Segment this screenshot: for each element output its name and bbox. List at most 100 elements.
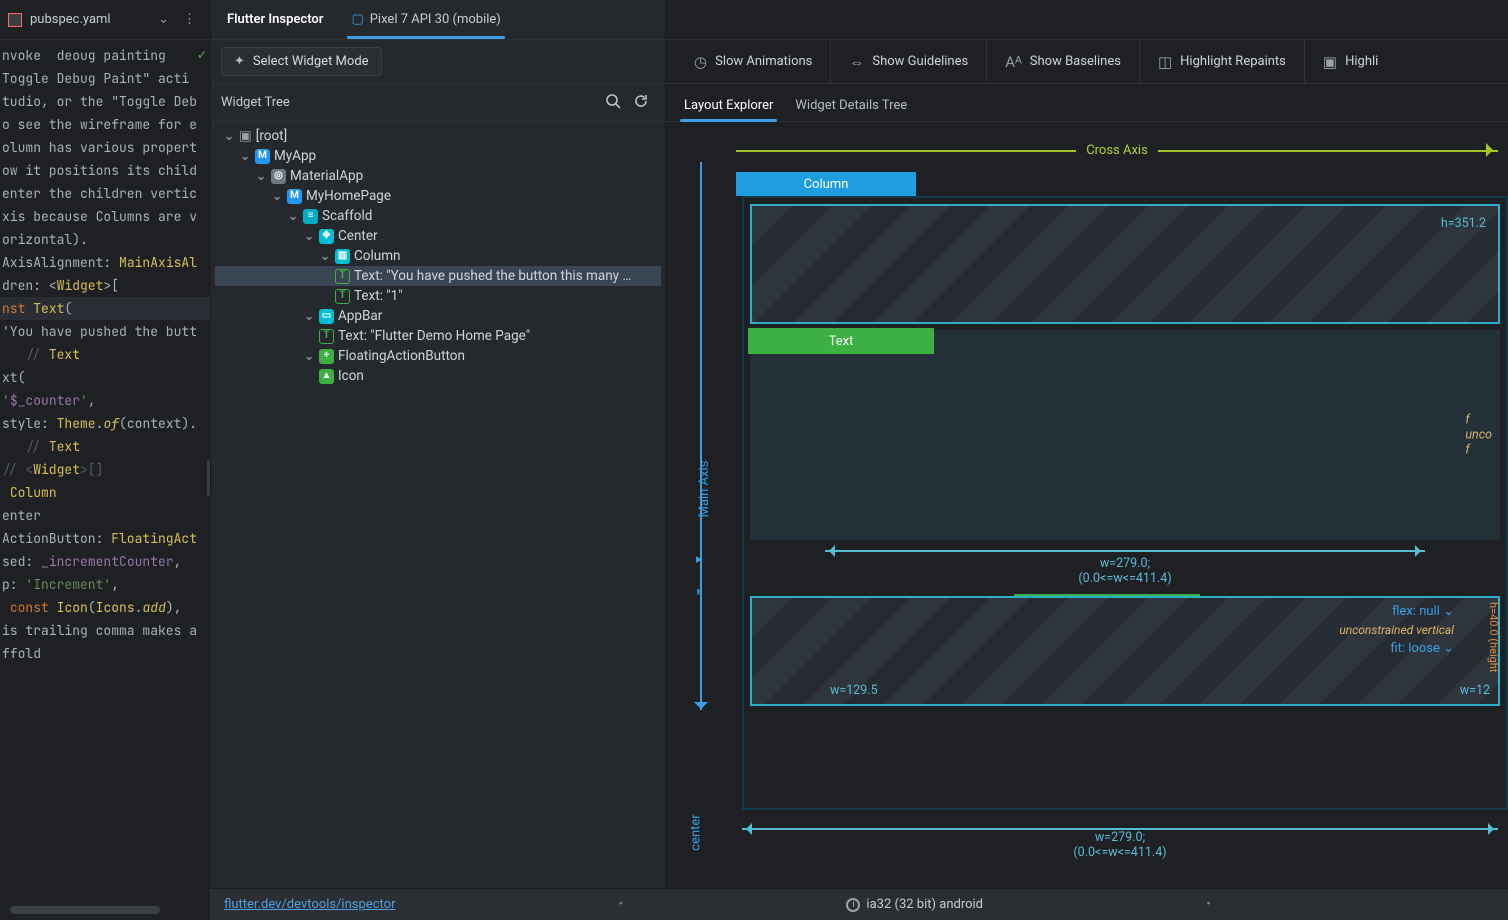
pause-icon[interactable]: ⏸ (696, 585, 703, 600)
phone-icon: ▢ (351, 12, 363, 27)
editor-tab-filename[interactable]: pubspec.yaml (30, 12, 111, 27)
tool-label: Show Guidelines (872, 54, 968, 69)
guidelines-icon: ⇔ (849, 53, 864, 71)
tree-node-root[interactable]: ⌄ ▣ [root] (215, 126, 661, 146)
tree-node-appbar[interactable]: ⌄ ▭ AppBar (215, 306, 661, 326)
tool-show-baselines[interactable]: Aᴬ Show Baselines (986, 40, 1139, 83)
image-icon: ▣ (1323, 53, 1337, 71)
layout-area: Cross Axis Main Axis center ▸ ⏸ Column h… (666, 122, 1508, 920)
layout-explorer-panel: ◷ Slow Animations ⇔ Show Guidelines Aᴬ S… (666, 0, 1508, 920)
tool-label: Highli (1345, 54, 1378, 69)
widget-tree[interactable]: ⌄ ▣ [root] ⌄ M MyApp ⌄ ◎ MaterialApp ⌄ M… (211, 122, 665, 920)
widget-tree-title: Widget Tree (221, 95, 290, 110)
tool-highlight[interactable]: ▣ Highli (1304, 40, 1396, 83)
tree-node-icon[interactable]: ▲ Icon (215, 366, 661, 386)
code-line: AxisAlignment: MainAxisAl (0, 251, 210, 274)
tree-node-materialapp[interactable]: ⌄ ◎ MaterialApp (215, 166, 661, 186)
w-low-label: w=129.5 (830, 683, 878, 698)
search-icon[interactable] (599, 89, 627, 117)
text-widget-icon: T (335, 269, 350, 284)
tree-node-fab[interactable]: ⌄ + FloatingActionButton (215, 346, 661, 366)
more-vert-icon[interactable]: ⋮ (177, 12, 202, 27)
tree-label: FloatingActionButton (338, 346, 465, 366)
code-line: const Icon(Icons.add), (0, 596, 210, 619)
tree-label: MaterialApp (290, 166, 363, 186)
panel-resize-handle[interactable] (207, 460, 210, 496)
tab-label: Flutter Inspector (227, 12, 323, 27)
main-axis-line (700, 162, 702, 710)
tool-highlight-repaints[interactable]: ◫ Highlight Repaints (1139, 40, 1304, 83)
tree-node-scaffold[interactable]: ⌄ ≡ Scaffold (215, 206, 661, 226)
platform-label: ia32 (32 bit) android (866, 897, 983, 912)
arrow-down-icon (694, 702, 708, 716)
column-node-tag[interactable]: Column (736, 172, 916, 196)
fit-dropdown[interactable]: fit: loose ⌄ (1390, 641, 1454, 656)
widget-icon: ✥ (319, 229, 334, 244)
tree-node-center[interactable]: ⌄ ✥ Center (215, 226, 661, 246)
tab-device-label: Pixel 7 API 30 (mobile) (370, 12, 501, 27)
code-line: p: 'Increment', (0, 573, 210, 596)
unconstrained-label: unconstrained vertical (1339, 623, 1454, 637)
w-range: (0.0<=w<=411.4) (1073, 845, 1166, 860)
chevron-down-icon[interactable]: ⌄ (158, 12, 169, 27)
right-edge-labels: f unco f (1465, 413, 1492, 458)
tool-label: Show Baselines (1030, 54, 1121, 69)
play-icon[interactable]: ▸ (696, 552, 703, 567)
tree-label: MyHomePage (306, 186, 391, 206)
editor-horizontal-scrollbar[interactable] (10, 906, 160, 914)
text-widget-icon: T (335, 289, 350, 304)
tree-label: Scaffold (322, 206, 372, 226)
code-line: sed: _incrementCounter, (0, 550, 210, 573)
tree-node-text2[interactable]: T Text: "1" (215, 286, 661, 306)
subtab-layout-explorer[interactable]: Layout Explorer (680, 90, 777, 121)
side-controls: ▸ ⏸ (696, 552, 703, 600)
tree-node-text1[interactable]: T Text: "You have pushed the button this… (215, 266, 661, 286)
tab-flutter-inspector[interactable]: Flutter Inspector (223, 0, 327, 39)
tab-underline (347, 36, 504, 39)
inspector-top-tabs: Flutter Inspector ▢ Pixel 7 API 30 (mobi… (211, 0, 665, 40)
info-icon[interactable]: i (846, 898, 860, 912)
flex-dropdown[interactable]: flex: null ⌄ (1392, 604, 1454, 619)
select-widget-mode-button[interactable]: ✦ Select Widget Mode (221, 47, 382, 76)
tool-show-guidelines[interactable]: ⇔ Show Guidelines (830, 40, 986, 83)
f-label2: f (1465, 443, 1469, 458)
code-line: ffold (0, 642, 210, 665)
code-line: olumn has various propert (0, 136, 210, 159)
tree-node-myhomepage[interactable]: ⌄ M MyHomePage (215, 186, 661, 206)
button-label: Select Widget Mode (253, 54, 369, 69)
f-label: f (1465, 413, 1469, 428)
yaml-file-icon (8, 13, 22, 27)
editor-body[interactable]: ✓ nvoke deoug paintingToggle Debug Paint… (0, 40, 210, 920)
layout-text-node-1[interactable]: Text f unco f w=279.0; (0.0<=w<=411.4) (750, 330, 1500, 540)
subtab-widget-details-tree[interactable]: Widget Details Tree (791, 90, 911, 121)
target-icon: ✦ (234, 54, 245, 69)
code-line: Toggle Debug Paint" acti (0, 67, 210, 90)
devtools-link[interactable]: flutter.dev/devtools/inspector (224, 897, 395, 912)
w-range: (0.0<=w<=411.4) (1078, 571, 1171, 586)
code-line: xis because Columns are v (0, 205, 210, 228)
tree-label: Text: "1" (354, 286, 403, 306)
text-widget-icon: T (319, 329, 334, 344)
tree-label: Text: "You have pushed the button this m… (354, 266, 631, 286)
folder-icon: ▣ (239, 126, 252, 146)
refresh-icon[interactable] (627, 89, 655, 117)
tree-node-column[interactable]: ⌄ ▥ Column (215, 246, 661, 266)
tool-slow-animations[interactable]: ◷ Slow Animations (676, 40, 830, 83)
tree-node-text3[interactable]: T Text: "Flutter Demo Home Page" (215, 326, 661, 346)
w-main: w=279.0; (1095, 830, 1145, 845)
code-line: tudio, or the "Toggle Deb (0, 90, 210, 113)
code-line: nst Text( (0, 297, 210, 320)
widget-icon: ◎ (271, 169, 286, 184)
layout-spacer-top: h=351.2 (750, 204, 1500, 324)
bottom-width-constraint: w=279.0; (0.0<=w<=411.4) (742, 824, 1498, 860)
widget-icon: ▥ (335, 249, 350, 264)
code-line: // <Widget>[] (0, 458, 210, 481)
code-line: style: Theme.of(context). (0, 412, 210, 435)
separator-dot: • (601, 897, 641, 912)
widget-icon: M (255, 149, 270, 164)
layout-canvas[interactable]: h=351.2 Text f unco f w=279.0; (0.0<=w<=… (742, 196, 1508, 810)
right-top-spacer (666, 0, 1508, 40)
tree-node-myapp[interactable]: ⌄ M MyApp (215, 146, 661, 166)
tab-device[interactable]: ▢ Pixel 7 API 30 (mobile) (347, 0, 504, 39)
layout-text-node-2[interactable]: flex: null ⌄ unconstrained vertical fit:… (750, 596, 1500, 706)
